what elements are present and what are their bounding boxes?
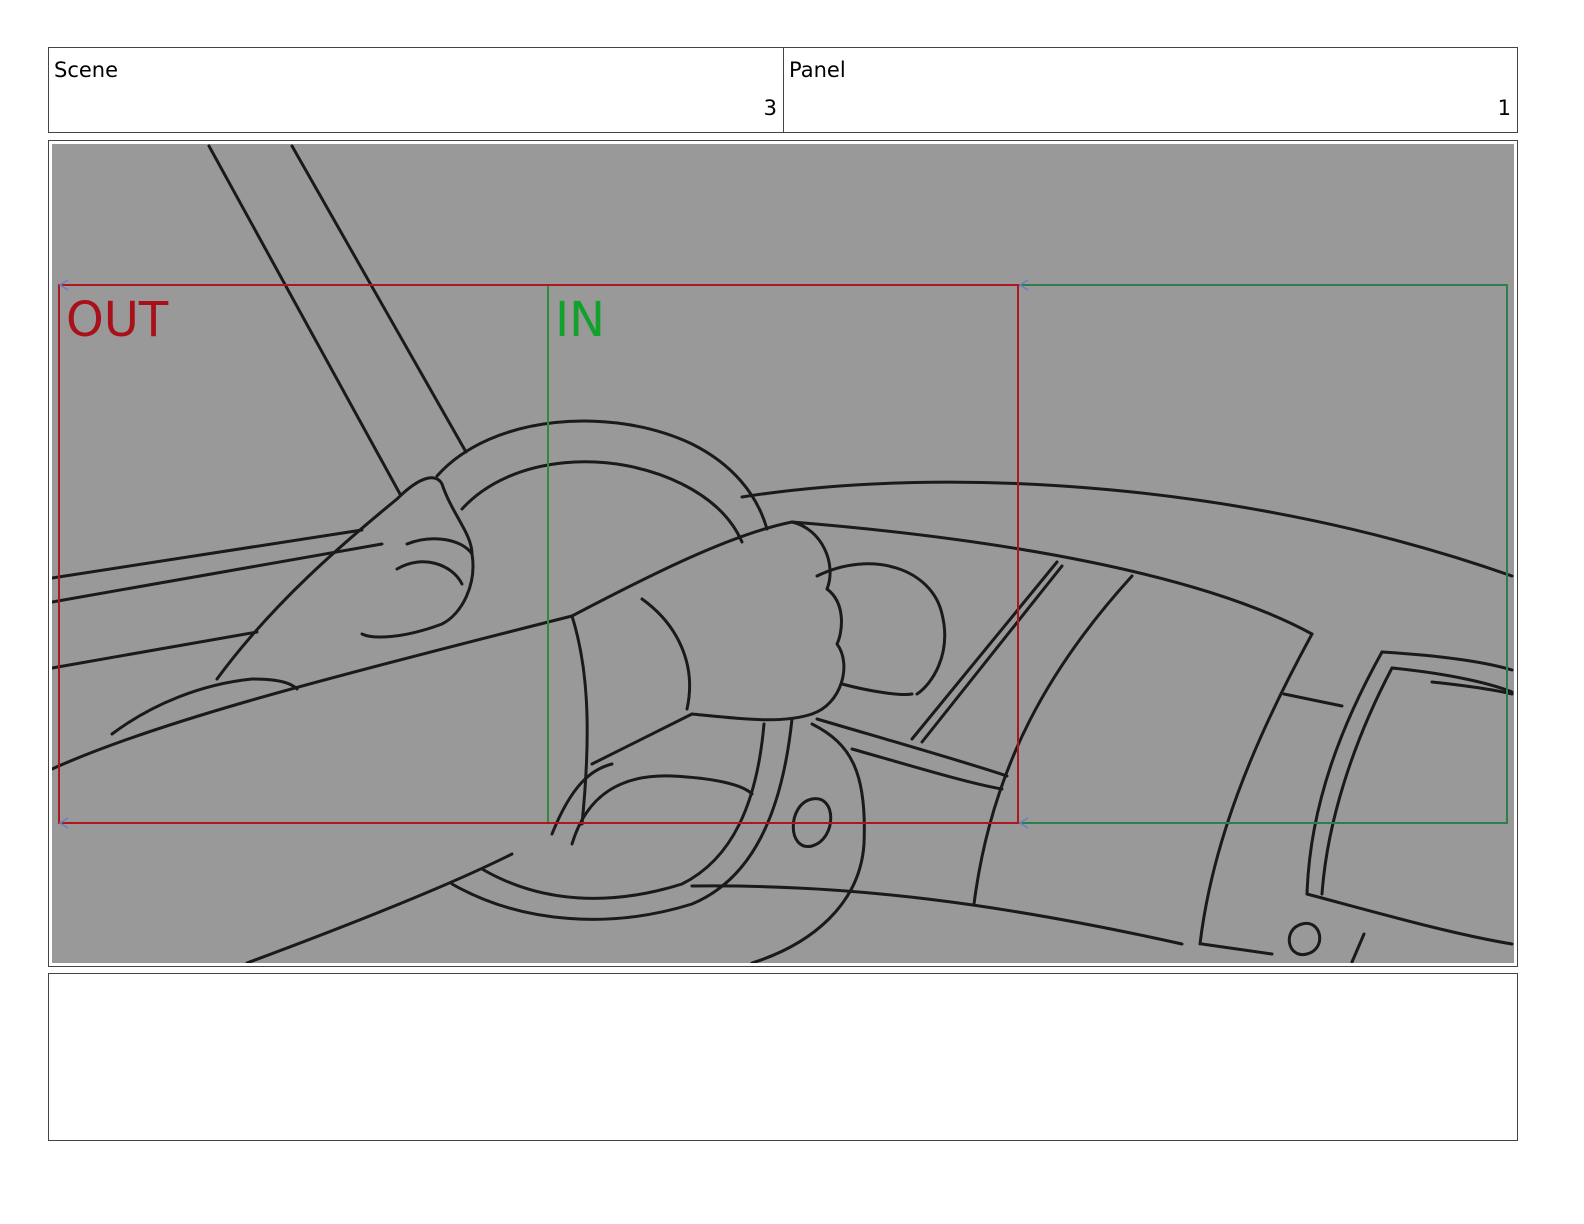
panel-number[interactable]: 1 xyxy=(1498,96,1511,120)
panel-header: Scene 3 Panel 1 xyxy=(48,47,1518,133)
scene-number[interactable]: 3 xyxy=(764,96,777,120)
scene-label: Scene xyxy=(54,58,119,82)
panel-label: Panel xyxy=(789,58,846,82)
scene-cell: Scene 3 xyxy=(49,48,784,132)
drawing-background xyxy=(52,144,1514,963)
in-label: IN xyxy=(555,292,606,348)
notes-box[interactable] xyxy=(48,973,1518,1141)
storyboard-drawing xyxy=(52,144,1514,963)
out-label: OUT xyxy=(66,292,169,348)
panel-cell: Panel 1 xyxy=(784,48,1517,132)
storyboard-frame: OUT IN xyxy=(48,140,1518,967)
